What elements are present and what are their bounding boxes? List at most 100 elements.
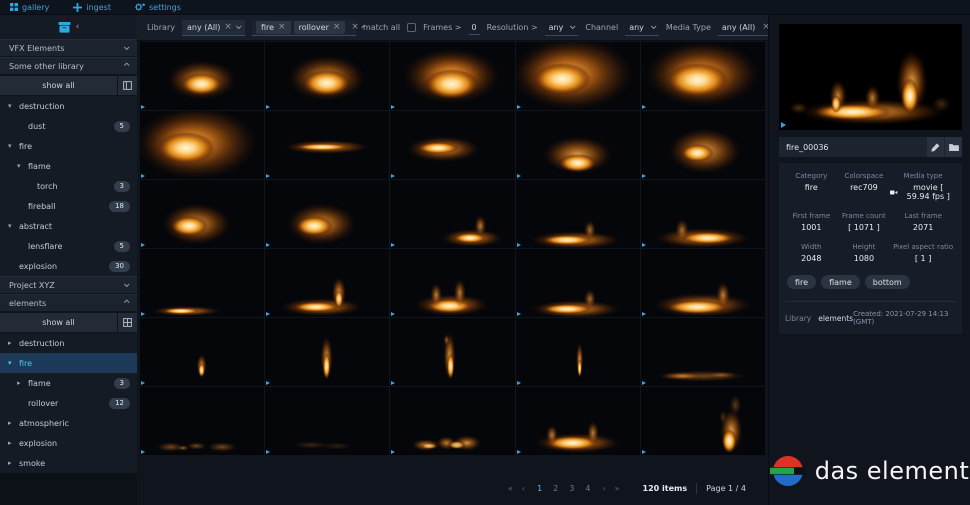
library-section-header[interactable]: Project XYZ (0, 276, 137, 294)
library-section-header[interactable]: elements (0, 294, 137, 312)
asset-thumbnail[interactable] (641, 387, 765, 455)
asset-thumbnail[interactable] (516, 387, 640, 455)
nav-item-ingest[interactable]: ingest (73, 3, 111, 12)
nav-item-gallery[interactable]: gallery (10, 3, 49, 12)
clear-icon[interactable]: × (224, 23, 232, 32)
page-last-button[interactable]: » (615, 484, 620, 493)
category-item-dust[interactable]: dust5 (0, 116, 137, 136)
category-item-destruction[interactable]: ▸ destruction (0, 333, 137, 353)
collapse-panel-icon[interactable]: ‹ (76, 22, 80, 32)
asset-thumbnail[interactable] (140, 111, 264, 179)
asset-thumbnail[interactable] (390, 249, 514, 317)
play-icon (141, 450, 145, 454)
asset-thumbnail[interactable] (641, 249, 765, 317)
top-nav: gallery ingest settings (0, 0, 970, 15)
count-badge: 5 (114, 241, 130, 252)
asset-thumbnail[interactable] (641, 318, 765, 386)
page-first-button[interactable]: « (508, 484, 513, 493)
gear-icon (135, 3, 145, 12)
element-tag-bottom[interactable]: bottom (865, 275, 910, 289)
category-item-flame[interactable]: ▾ flame (0, 156, 137, 176)
asset-thumbnail[interactable] (265, 318, 389, 386)
category-item-fire[interactable]: ▾ fire (0, 353, 137, 373)
category-item-explosion[interactable]: explosion30 (0, 256, 137, 276)
asset-thumbnail[interactable] (390, 42, 514, 110)
frames-label: Frames > (423, 23, 461, 32)
asset-thumbnail[interactable] (390, 180, 514, 248)
asset-thumbnail[interactable] (140, 318, 264, 386)
page-number-1[interactable]: 1 (537, 484, 542, 493)
asset-thumbnail[interactable] (516, 318, 640, 386)
page-number-2[interactable]: 2 (553, 484, 558, 493)
page-next-button[interactable]: › (602, 484, 605, 493)
show-all-button[interactable]: show all (0, 313, 117, 332)
tree-down-icon: ▾ (8, 359, 19, 367)
remove-tag-icon[interactable]: × (333, 23, 341, 32)
asset-thumbnail[interactable] (140, 180, 264, 248)
tag-chip[interactable]: fire× (256, 21, 291, 34)
asset-thumbnail[interactable] (641, 111, 765, 179)
asset-thumbnail[interactable] (641, 42, 765, 110)
fire-thumbnail-image (265, 111, 389, 179)
asset-thumbnail[interactable] (516, 42, 640, 110)
page-number-3[interactable]: 3 (569, 484, 574, 493)
show-all-button[interactable]: show all (0, 76, 117, 95)
category-item-explosion[interactable]: ▸ explosion (0, 433, 137, 453)
frames-input[interactable]: 0 (469, 20, 480, 35)
asset-thumbnail[interactable] (390, 318, 514, 386)
asset-thumbnail[interactable] (516, 249, 640, 317)
match-all-checkbox[interactable] (407, 23, 416, 32)
grid-view-button[interactable] (118, 313, 137, 332)
asset-thumbnail[interactable] (265, 111, 389, 179)
library-box-icon[interactable] (58, 22, 71, 33)
category-item-flame[interactable]: ▸ flame3 (0, 373, 137, 393)
category-item-smoke[interactable]: ▸ smoke (0, 453, 137, 473)
asset-thumbnail[interactable] (265, 249, 389, 317)
category-item-fireball[interactable]: fireball18 (0, 196, 137, 216)
plus-icon (73, 3, 82, 12)
category-item-destruction[interactable]: ▾ destruction (0, 96, 137, 116)
asset-thumbnail[interactable] (265, 42, 389, 110)
clear-tags-icon[interactable]: × (351, 23, 359, 32)
grid-view-button[interactable] (118, 76, 137, 95)
asset-thumbnail[interactable] (641, 180, 765, 248)
items-count: 120 items (643, 484, 688, 493)
media-type-select[interactable]: any (All) × (718, 20, 774, 36)
page-number-4[interactable]: 4 (585, 484, 590, 493)
category-item-abstract[interactable]: ▾ abstract (0, 216, 137, 236)
edit-button[interactable] (926, 137, 944, 157)
play-icon (266, 312, 270, 316)
metadata-field: Width 2048 (785, 243, 838, 263)
category-item-torch[interactable]: torch3 (0, 176, 137, 196)
asset-thumbnail[interactable] (265, 180, 389, 248)
asset-thumbnail[interactable] (265, 387, 389, 455)
nav-item-settings[interactable]: settings (135, 3, 181, 12)
channel-select[interactable]: any (625, 20, 659, 36)
page-prev-button[interactable]: ‹ (522, 484, 525, 493)
thumbnail-grid (140, 42, 765, 455)
asset-thumbnail[interactable] (390, 387, 514, 455)
resolution-select[interactable]: any (545, 20, 579, 36)
asset-thumbnail[interactable] (140, 249, 264, 317)
asset-thumbnail[interactable] (516, 180, 640, 248)
tag-chip[interactable]: rollover× (294, 21, 346, 34)
category-item-fire[interactable]: ▾ fire (0, 136, 137, 156)
library-filter-select[interactable]: any (All) × (182, 20, 245, 36)
tag-filter-input[interactable]: fire× rollover× × (252, 20, 356, 36)
category-item-atmospheric[interactable]: ▸ atmospheric (0, 413, 137, 433)
library-section-header[interactable]: Some other library (0, 57, 137, 75)
category-item-rollover[interactable]: rollover12 (0, 393, 137, 413)
category-item-lensflare[interactable]: lensflare5 (0, 236, 137, 256)
preview-player[interactable] (779, 24, 962, 130)
open-folder-button[interactable] (944, 137, 962, 157)
asset-thumbnail[interactable] (516, 111, 640, 179)
element-tag-flame[interactable]: flame (821, 275, 860, 289)
asset-thumbnail[interactable] (140, 387, 264, 455)
element-tag-fire[interactable]: fire (787, 275, 816, 289)
asset-thumbnail[interactable] (390, 111, 514, 179)
nav-label: gallery (22, 3, 49, 12)
remove-tag-icon[interactable]: × (278, 23, 286, 32)
asset-thumbnail[interactable] (140, 42, 264, 110)
library-section-header[interactable]: VFX Elements (0, 39, 137, 57)
metadata-field: Media type movie [ 59.94 fps ] (890, 172, 956, 201)
